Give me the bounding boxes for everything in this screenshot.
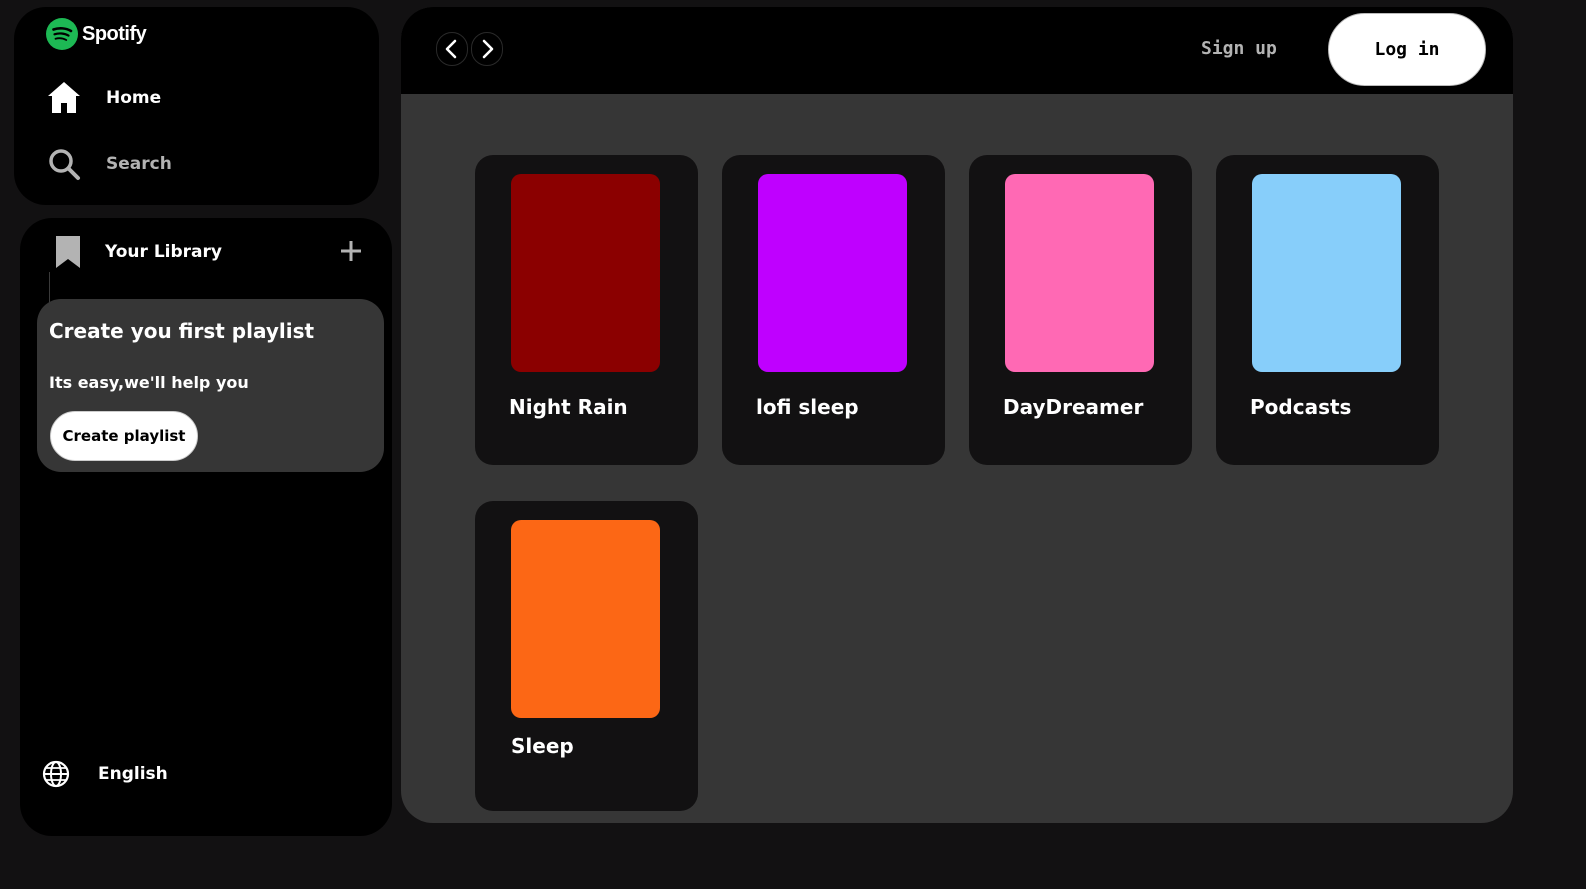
playlist-card[interactable]: Night Rain bbox=[475, 155, 698, 465]
login-button[interactable]: Log in bbox=[1328, 13, 1486, 86]
search-icon bbox=[49, 149, 80, 180]
language-label: English bbox=[98, 764, 168, 784]
library-header[interactable]: Your Library bbox=[55, 235, 222, 269]
spotify-logo[interactable]: Spotify bbox=[46, 18, 147, 50]
library-panel: Your Library Create you first playlist I… bbox=[20, 218, 392, 836]
chevron-right-icon bbox=[482, 39, 494, 59]
prompt-subtitle: Its easy,we'll help you bbox=[49, 373, 249, 392]
bookmark-icon bbox=[56, 236, 80, 268]
top-bar: Sign up Log in bbox=[401, 7, 1513, 94]
playlist-card[interactable]: lofi sleep bbox=[722, 155, 945, 465]
nav-item-search-label: Search bbox=[106, 154, 172, 174]
playlist-cover bbox=[1252, 174, 1401, 372]
playlist-card-title: Podcasts bbox=[1250, 395, 1352, 419]
nav-item-home[interactable]: Home bbox=[46, 80, 161, 116]
nav-item-search[interactable]: Search bbox=[46, 146, 172, 182]
back-button[interactable] bbox=[436, 32, 468, 66]
library-title: Your Library bbox=[105, 242, 222, 262]
nav-panel: Spotify Home Search bbox=[14, 7, 379, 205]
playlist-card[interactable]: Sleep bbox=[475, 501, 698, 811]
playlist-cover bbox=[758, 174, 907, 372]
home-icon bbox=[48, 82, 80, 113]
playlist-card-title: Sleep bbox=[511, 734, 574, 758]
playlist-cover bbox=[1005, 174, 1154, 372]
signup-button[interactable]: Sign up bbox=[1201, 38, 1277, 59]
spotify-wordmark: Spotify bbox=[82, 22, 147, 45]
language-selector[interactable]: English bbox=[42, 760, 168, 788]
plus-icon[interactable] bbox=[338, 238, 364, 264]
playlist-cover bbox=[511, 520, 660, 718]
main-panel: Sign up Log in Night Rain lofi sleep Day… bbox=[401, 7, 1513, 823]
globe-icon bbox=[42, 760, 70, 788]
playlist-cover bbox=[511, 174, 660, 372]
playlist-card-title: Night Rain bbox=[509, 395, 628, 419]
chevron-left-icon bbox=[445, 39, 457, 59]
playlist-card[interactable]: DayDreamer bbox=[969, 155, 1192, 465]
forward-button[interactable] bbox=[471, 32, 503, 66]
create-playlist-prompt: Create you first playlist Its easy,we'll… bbox=[37, 299, 384, 472]
playlist-card-title: DayDreamer bbox=[1003, 395, 1144, 419]
create-playlist-button[interactable]: Create playlist bbox=[50, 411, 198, 461]
prompt-title: Create you first playlist bbox=[49, 319, 315, 343]
nav-item-home-label: Home bbox=[106, 88, 162, 108]
playlist-card-title: lofi sleep bbox=[756, 395, 859, 419]
spotify-logo-icon bbox=[46, 18, 78, 50]
playlist-card[interactable]: Podcasts bbox=[1216, 155, 1439, 465]
